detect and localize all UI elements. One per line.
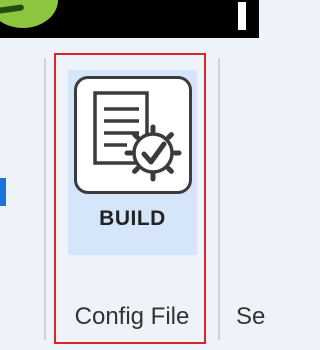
group-label-next: Se: [236, 303, 266, 330]
app-logo: [0, 0, 58, 28]
ribbon-item-partial[interactable]: [0, 178, 6, 206]
group-separator: [218, 58, 220, 340]
topbar-glyph: [238, 2, 246, 30]
build-button[interactable]: BUILD: [68, 70, 197, 255]
group-label-config-file: Config File: [74, 303, 190, 330]
top-bar: [0, 0, 259, 38]
config-document-check-icon: [74, 76, 192, 194]
build-button-label: BUILD: [99, 207, 166, 230]
group-separator: [44, 58, 46, 340]
